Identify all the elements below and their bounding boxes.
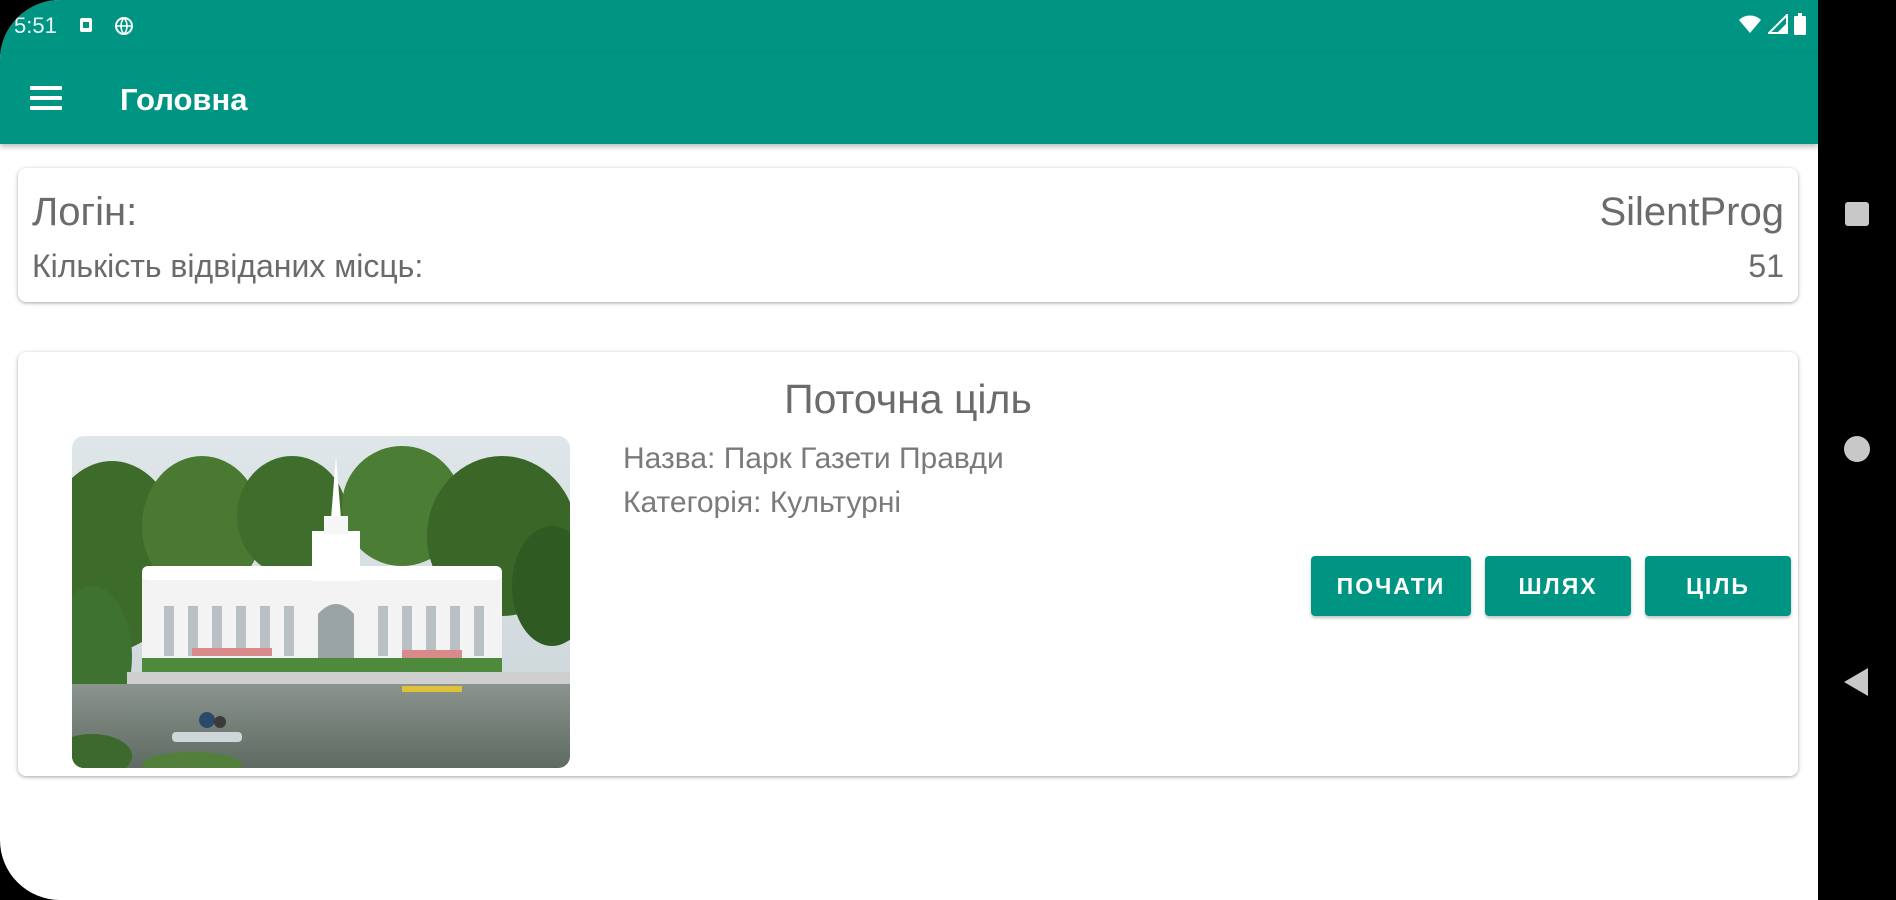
battery-icon [1794,12,1806,40]
status-bar: 5:51 [0,0,1818,52]
app-bar: Головна [0,52,1818,144]
status-time: 5:51 [14,13,57,38]
place-photo [72,436,570,768]
login-value: SilentProg [1599,190,1784,234]
page-title: Головна [120,82,248,117]
current-target-card: Поточна ціль Назва: Парк Газети Правди К… [18,352,1798,776]
device-frame: 5:51 Головна Логін: SilentProg Кількість… [0,0,1896,900]
profile-card: Логін: SilentProg Кількість відвіданих м… [18,168,1798,302]
place-name: Назва: Парк Газети Правди [623,442,1004,475]
current-target-title: Поточна ціль [784,376,1032,422]
wifi-icon [1738,14,1762,39]
recents-square-icon[interactable] [1845,202,1869,226]
app-screen: 5:51 Головна Логін: SilentProg Кількість… [0,0,1818,900]
login-label: Логін: [32,190,138,234]
start-button[interactable]: ПОЧАТИ [1311,556,1471,616]
globe-icon [114,16,133,35]
status-icons [1738,12,1806,40]
route-button[interactable]: ШЛЯХ [1485,556,1631,616]
visited-count-value: 51 [1748,248,1784,284]
signal-icon [1766,12,1788,39]
sim-card-icon [78,16,96,34]
hamburger-menu-icon[interactable] [28,82,64,114]
visited-count-label: Кількість відвіданих місць: [32,248,424,284]
back-triangle-icon[interactable] [1844,668,1868,696]
goal-button[interactable]: ЦІЛЬ [1645,556,1791,616]
place-category: Категорія: Культурні [623,486,902,519]
home-circle-icon[interactable] [1844,436,1870,462]
